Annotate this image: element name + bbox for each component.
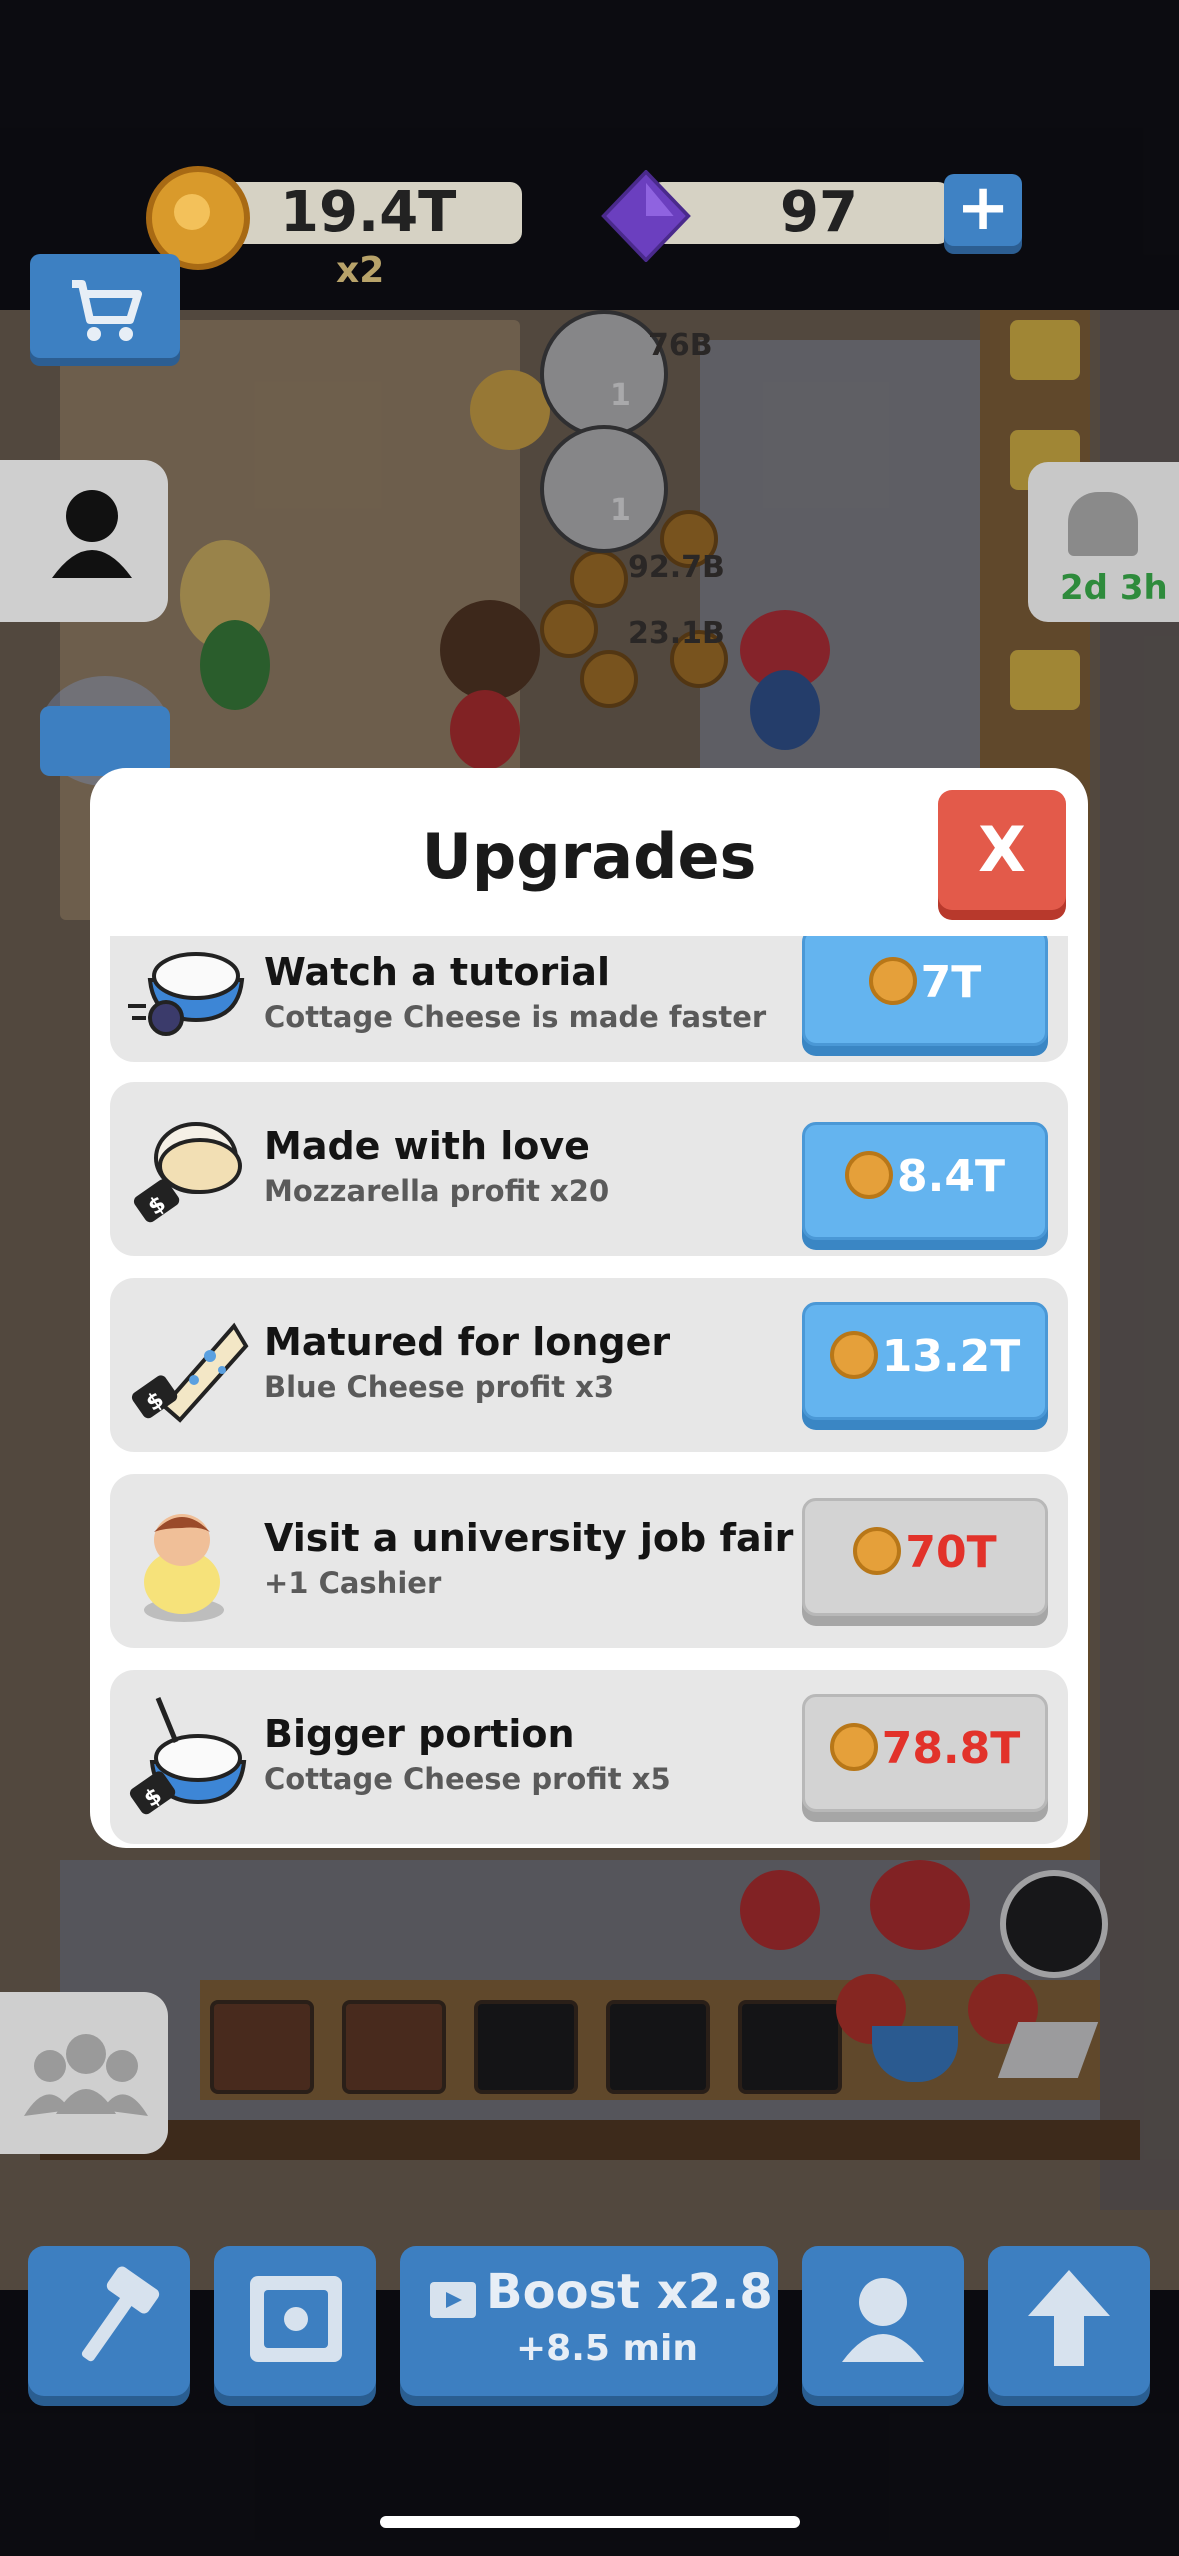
- income-multiplier: x2: [336, 250, 385, 291]
- coin-icon: [853, 1527, 902, 1575]
- worker-character: [740, 1870, 820, 1950]
- upgrade-arrow-icon: [1028, 2270, 1110, 2366]
- customer-character: [470, 370, 550, 450]
- upgrade-description: Blue Cheese profit x3: [264, 1370, 615, 1404]
- boost-duration: +8.5 min: [516, 2328, 698, 2369]
- manager-button[interactable]: [0, 460, 168, 622]
- upgrade-title: Matured for longer: [264, 1320, 671, 1364]
- upgrade-title: Made with love: [264, 1124, 590, 1168]
- order-count: 1: [610, 378, 631, 413]
- earning-label: 23.1B: [628, 616, 725, 651]
- earning-label: 76B: [648, 328, 713, 363]
- coin-balance: 19.4T: [280, 180, 457, 245]
- buy-upgrade-button[interactable]: 13.2T: [802, 1302, 1048, 1420]
- buy-upgrade-button[interactable]: 70T: [802, 1498, 1048, 1616]
- upgrades-modal: Upgrades X Watch a tutorial Cottage Chee…: [90, 768, 1088, 1848]
- video-icon: [430, 2282, 476, 2318]
- upgrade-description: Cottage Cheese profit x5: [264, 1762, 671, 1796]
- mozzarella-price-tag-icon: $: [133, 1122, 242, 1223]
- group-icon: [24, 2034, 148, 2116]
- order-count: 1: [610, 493, 631, 528]
- oven-icon: [1068, 492, 1138, 556]
- staff-button[interactable]: [0, 1992, 168, 2154]
- worker-character: [870, 1860, 970, 1950]
- upgrade-price: 7T: [920, 957, 982, 1008]
- cheese-slot: [342, 2000, 446, 2094]
- person-icon: [842, 2278, 924, 2362]
- person-icon: [52, 490, 132, 578]
- event-timer: 2d 3h: [1060, 568, 1168, 608]
- upgrade-list[interactable]: Watch a tutorial Cottage Cheese is made …: [90, 936, 1088, 1848]
- cottage-cheese-price-tag-icon: $: [129, 1697, 247, 1815]
- shop-cart-button[interactable]: [30, 254, 180, 358]
- coin-icon: [829, 1331, 878, 1379]
- upgrade-price: 70T: [905, 1527, 997, 1578]
- upgrade-title: Bigger portion: [264, 1712, 575, 1756]
- cottage-cheese-timer-icon: [128, 952, 245, 1036]
- cheese-icon: [1010, 650, 1080, 710]
- vault-button[interactable]: [214, 2246, 376, 2396]
- upgrade-description: Mozzarella profit x20: [264, 1174, 610, 1208]
- upgrade-price: 8.4T: [897, 1151, 1005, 1202]
- customer-character: [200, 620, 270, 710]
- upgrade-price: 78.8T: [881, 1723, 1021, 1774]
- coin-icon: [845, 1151, 894, 1199]
- upgrade-price: 13.2T: [881, 1331, 1021, 1382]
- upgrade-row: $ Made with love Mozzarella profit x20 8…: [110, 1082, 1068, 1256]
- blue-cheese-price-tag-icon: $: [131, 1322, 249, 1423]
- upgrade-button[interactable]: [988, 2246, 1150, 2396]
- gem-balance: 97: [780, 180, 858, 245]
- cheese-slot: [210, 2000, 314, 2094]
- customer-character: [440, 600, 540, 700]
- earning-label: 92.7B: [628, 550, 725, 585]
- coin-icon: [829, 1723, 878, 1771]
- profile-button[interactable]: [802, 2246, 964, 2396]
- upgrade-description: +1 Cashier: [264, 1566, 442, 1600]
- event-timer-card[interactable]: 2d 3h: [1028, 462, 1179, 622]
- pot-icon: [1000, 1870, 1108, 1978]
- buy-upgrade-button[interactable]: 78.8T: [802, 1694, 1048, 1812]
- camera-icon: [40, 706, 170, 776]
- upgrade-title: Visit a university job fair: [264, 1516, 794, 1560]
- upgrade-row: $ Bigger portion Cottage Cheese profit x…: [110, 1670, 1068, 1844]
- coin-icon: [580, 650, 638, 708]
- build-button[interactable]: [28, 2246, 190, 2396]
- cheese-icon: [1010, 320, 1080, 380]
- buy-upgrade-button[interactable]: 7T: [802, 936, 1048, 1046]
- upgrade-row: $ Matured for longer Blue Cheese profit …: [110, 1278, 1068, 1452]
- hammer-icon: [81, 2266, 160, 2362]
- cashier-character-icon: [144, 1514, 224, 1622]
- cheese-slot: [606, 2000, 710, 2094]
- coin-icon: [868, 957, 917, 1005]
- cheese-slot: [474, 2000, 578, 2094]
- customer-character: [750, 670, 820, 750]
- boost-button[interactable]: Boost x2.8 +8.5 min: [400, 2246, 778, 2396]
- floor-edge: [40, 2120, 1140, 2160]
- buy-upgrade-button[interactable]: 8.4T: [802, 1122, 1048, 1240]
- cart-icon: [72, 280, 142, 341]
- gem-icon: [601, 170, 691, 262]
- customer-character: [450, 690, 520, 770]
- order-bubble: 1: [540, 425, 668, 553]
- upgrade-row: Visit a university job fair +1 Cashier 7…: [110, 1474, 1068, 1648]
- coin-icon: [540, 600, 598, 658]
- upgrade-row: Watch a tutorial Cottage Cheese is made …: [110, 936, 1068, 1062]
- upgrade-description: Cottage Cheese is made faster: [264, 1000, 767, 1034]
- vault-icon: [250, 2276, 342, 2362]
- cheese-slot: [738, 2000, 842, 2094]
- buy-gems-button[interactable]: +: [944, 174, 1022, 246]
- boost-title: Boost x2.8: [486, 2264, 773, 2320]
- upgrade-title: Watch a tutorial: [264, 950, 610, 994]
- close-button[interactable]: X: [938, 790, 1066, 910]
- home-indicator: [380, 2516, 800, 2528]
- coin-icon: [570, 550, 628, 608]
